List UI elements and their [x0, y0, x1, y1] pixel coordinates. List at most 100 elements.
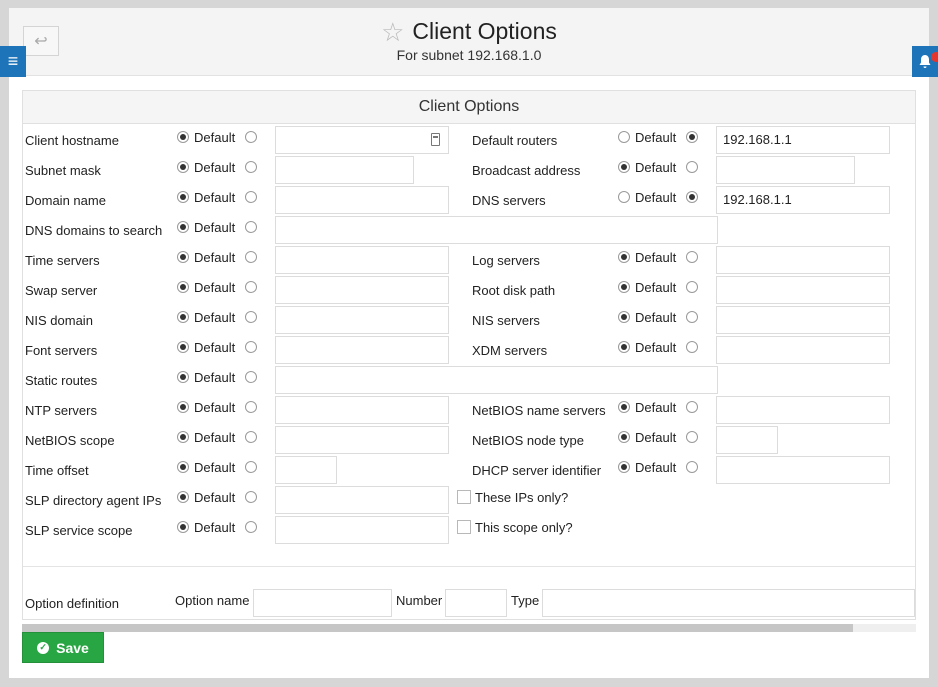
field-label: Root disk path — [472, 283, 556, 298]
netbios-node-type-input[interactable] — [716, 426, 778, 454]
row-nis-servers: NIS servers Default — [23, 304, 915, 334]
custom-radio[interactable] — [686, 251, 698, 263]
default-radio[interactable] — [618, 431, 630, 443]
custom-radio[interactable] — [686, 311, 698, 323]
divider — [23, 566, 915, 567]
page-title: Client Options — [412, 18, 557, 44]
default-label: Default — [194, 520, 236, 535]
hamburger-icon: ≡ — [7, 51, 19, 71]
default-radio[interactable] — [618, 161, 630, 173]
custom-radio[interactable] — [686, 431, 698, 443]
default-label: Default — [635, 280, 677, 295]
panel-title: Client Options — [23, 91, 915, 124]
field-label: SLP directory agent IPs — [25, 493, 162, 508]
slp-agent-ips-input[interactable] — [275, 486, 449, 514]
custom-radio[interactable] — [245, 521, 257, 533]
default-label: Default — [635, 400, 677, 415]
row-static-routes: Static routes Default — [23, 364, 915, 394]
option-definition-label: Option definition — [25, 596, 119, 611]
row-dns-servers: DNS servers Default 192.168.1.1 — [23, 184, 915, 214]
number-input[interactable] — [445, 589, 507, 617]
row-default-routers: Default routers Default 192.168.1.1 — [23, 124, 915, 154]
row-dhcp-server-id: DHCP server identifier Default — [23, 454, 915, 484]
scrollbar-thumb[interactable] — [22, 624, 853, 632]
save-label: Save — [56, 639, 89, 656]
save-button[interactable]: ✓ Save — [22, 632, 104, 663]
row-log-servers: Log servers Default — [23, 244, 915, 274]
row-xdm-servers: XDM servers Default — [23, 334, 915, 364]
field-label: Static routes — [25, 373, 98, 388]
dhcp-server-id-input[interactable] — [716, 456, 890, 484]
field-label: NIS servers — [472, 313, 540, 328]
row-netbios-node-type: NetBIOS node type Default — [23, 424, 915, 454]
option-name-input[interactable] — [253, 589, 392, 617]
scope-only-checkbox[interactable] — [457, 520, 471, 534]
notification-badge — [931, 52, 938, 62]
custom-radio[interactable] — [686, 131, 698, 143]
root-disk-path-input[interactable] — [716, 276, 890, 304]
check-circle-icon: ✓ — [37, 641, 50, 654]
default-radio[interactable] — [177, 221, 189, 233]
default-radio[interactable] — [618, 311, 630, 323]
header-bar: ↩ ☆ Client Options For subnet 192.168.1.… — [9, 8, 929, 76]
default-label: Default — [194, 490, 236, 505]
horizontal-scrollbar[interactable] — [22, 624, 916, 632]
nis-servers-input[interactable] — [716, 306, 890, 334]
default-radio[interactable] — [618, 341, 630, 353]
custom-radio[interactable] — [686, 281, 698, 293]
netbios-name-servers-input[interactable] — [716, 396, 890, 424]
dns-servers-input[interactable]: 192.168.1.1 — [716, 186, 890, 214]
custom-radio[interactable] — [686, 191, 698, 203]
default-radio[interactable] — [618, 251, 630, 263]
default-radio[interactable] — [177, 491, 189, 503]
static-routes-input[interactable] — [275, 366, 718, 394]
row-slp-agent-ips: SLP directory agent IPs Default These IP… — [23, 484, 915, 514]
field-label: XDM servers — [472, 343, 548, 358]
field-label: Broadcast address — [472, 163, 581, 178]
default-radio[interactable] — [618, 191, 630, 203]
notifications-button[interactable] — [912, 46, 938, 77]
custom-radio[interactable] — [686, 461, 698, 473]
default-radio[interactable] — [618, 401, 630, 413]
client-options-panel: Client Options Client hostname Default S… — [22, 90, 916, 620]
broadcast-address-input[interactable] — [716, 156, 855, 184]
star-icon[interactable]: ☆ — [381, 19, 404, 45]
row-root-disk-path: Root disk path Default — [23, 274, 915, 304]
type-label: Type — [511, 593, 540, 608]
default-radio[interactable] — [618, 461, 630, 473]
default-label: Default — [635, 430, 677, 445]
default-radio[interactable] — [177, 371, 189, 383]
row-slp-service-scope: SLP service scope Default This scope onl… — [23, 514, 915, 544]
field-label: DNS servers — [472, 193, 546, 208]
menu-button[interactable]: ≡ — [0, 46, 26, 77]
field-label: NetBIOS node type — [472, 433, 585, 448]
custom-radio[interactable] — [245, 221, 257, 233]
option-name-label: Option name — [175, 593, 250, 608]
default-label: Default — [194, 370, 236, 385]
dns-domains-input[interactable] — [275, 216, 718, 244]
slp-service-scope-input[interactable] — [275, 516, 449, 544]
field-label: Log servers — [472, 253, 540, 268]
field-label: DHCP server identifier — [472, 463, 602, 478]
default-label: Default — [635, 340, 677, 355]
custom-radio[interactable] — [686, 341, 698, 353]
xdm-servers-input[interactable] — [716, 336, 890, 364]
custom-radio[interactable] — [686, 161, 698, 173]
custom-radio[interactable] — [245, 491, 257, 503]
default-radio[interactable] — [618, 281, 630, 293]
field-label: Default routers — [472, 133, 558, 148]
default-routers-input[interactable]: 192.168.1.1 — [716, 126, 890, 154]
number-label: Number — [396, 593, 443, 608]
default-radio[interactable] — [177, 521, 189, 533]
default-label: Default — [635, 250, 677, 265]
default-label: Default — [635, 130, 677, 145]
type-input[interactable] — [542, 589, 915, 617]
page-heading: ☆ Client Options For subnet 192.168.1.0 — [9, 18, 929, 63]
default-label: Default — [194, 220, 236, 235]
custom-radio[interactable] — [686, 401, 698, 413]
default-radio[interactable] — [618, 131, 630, 143]
custom-radio[interactable] — [245, 371, 257, 383]
log-servers-input[interactable] — [716, 246, 890, 274]
ips-only-checkbox[interactable] — [457, 490, 471, 504]
field-label: NetBIOS name servers — [472, 403, 606, 418]
